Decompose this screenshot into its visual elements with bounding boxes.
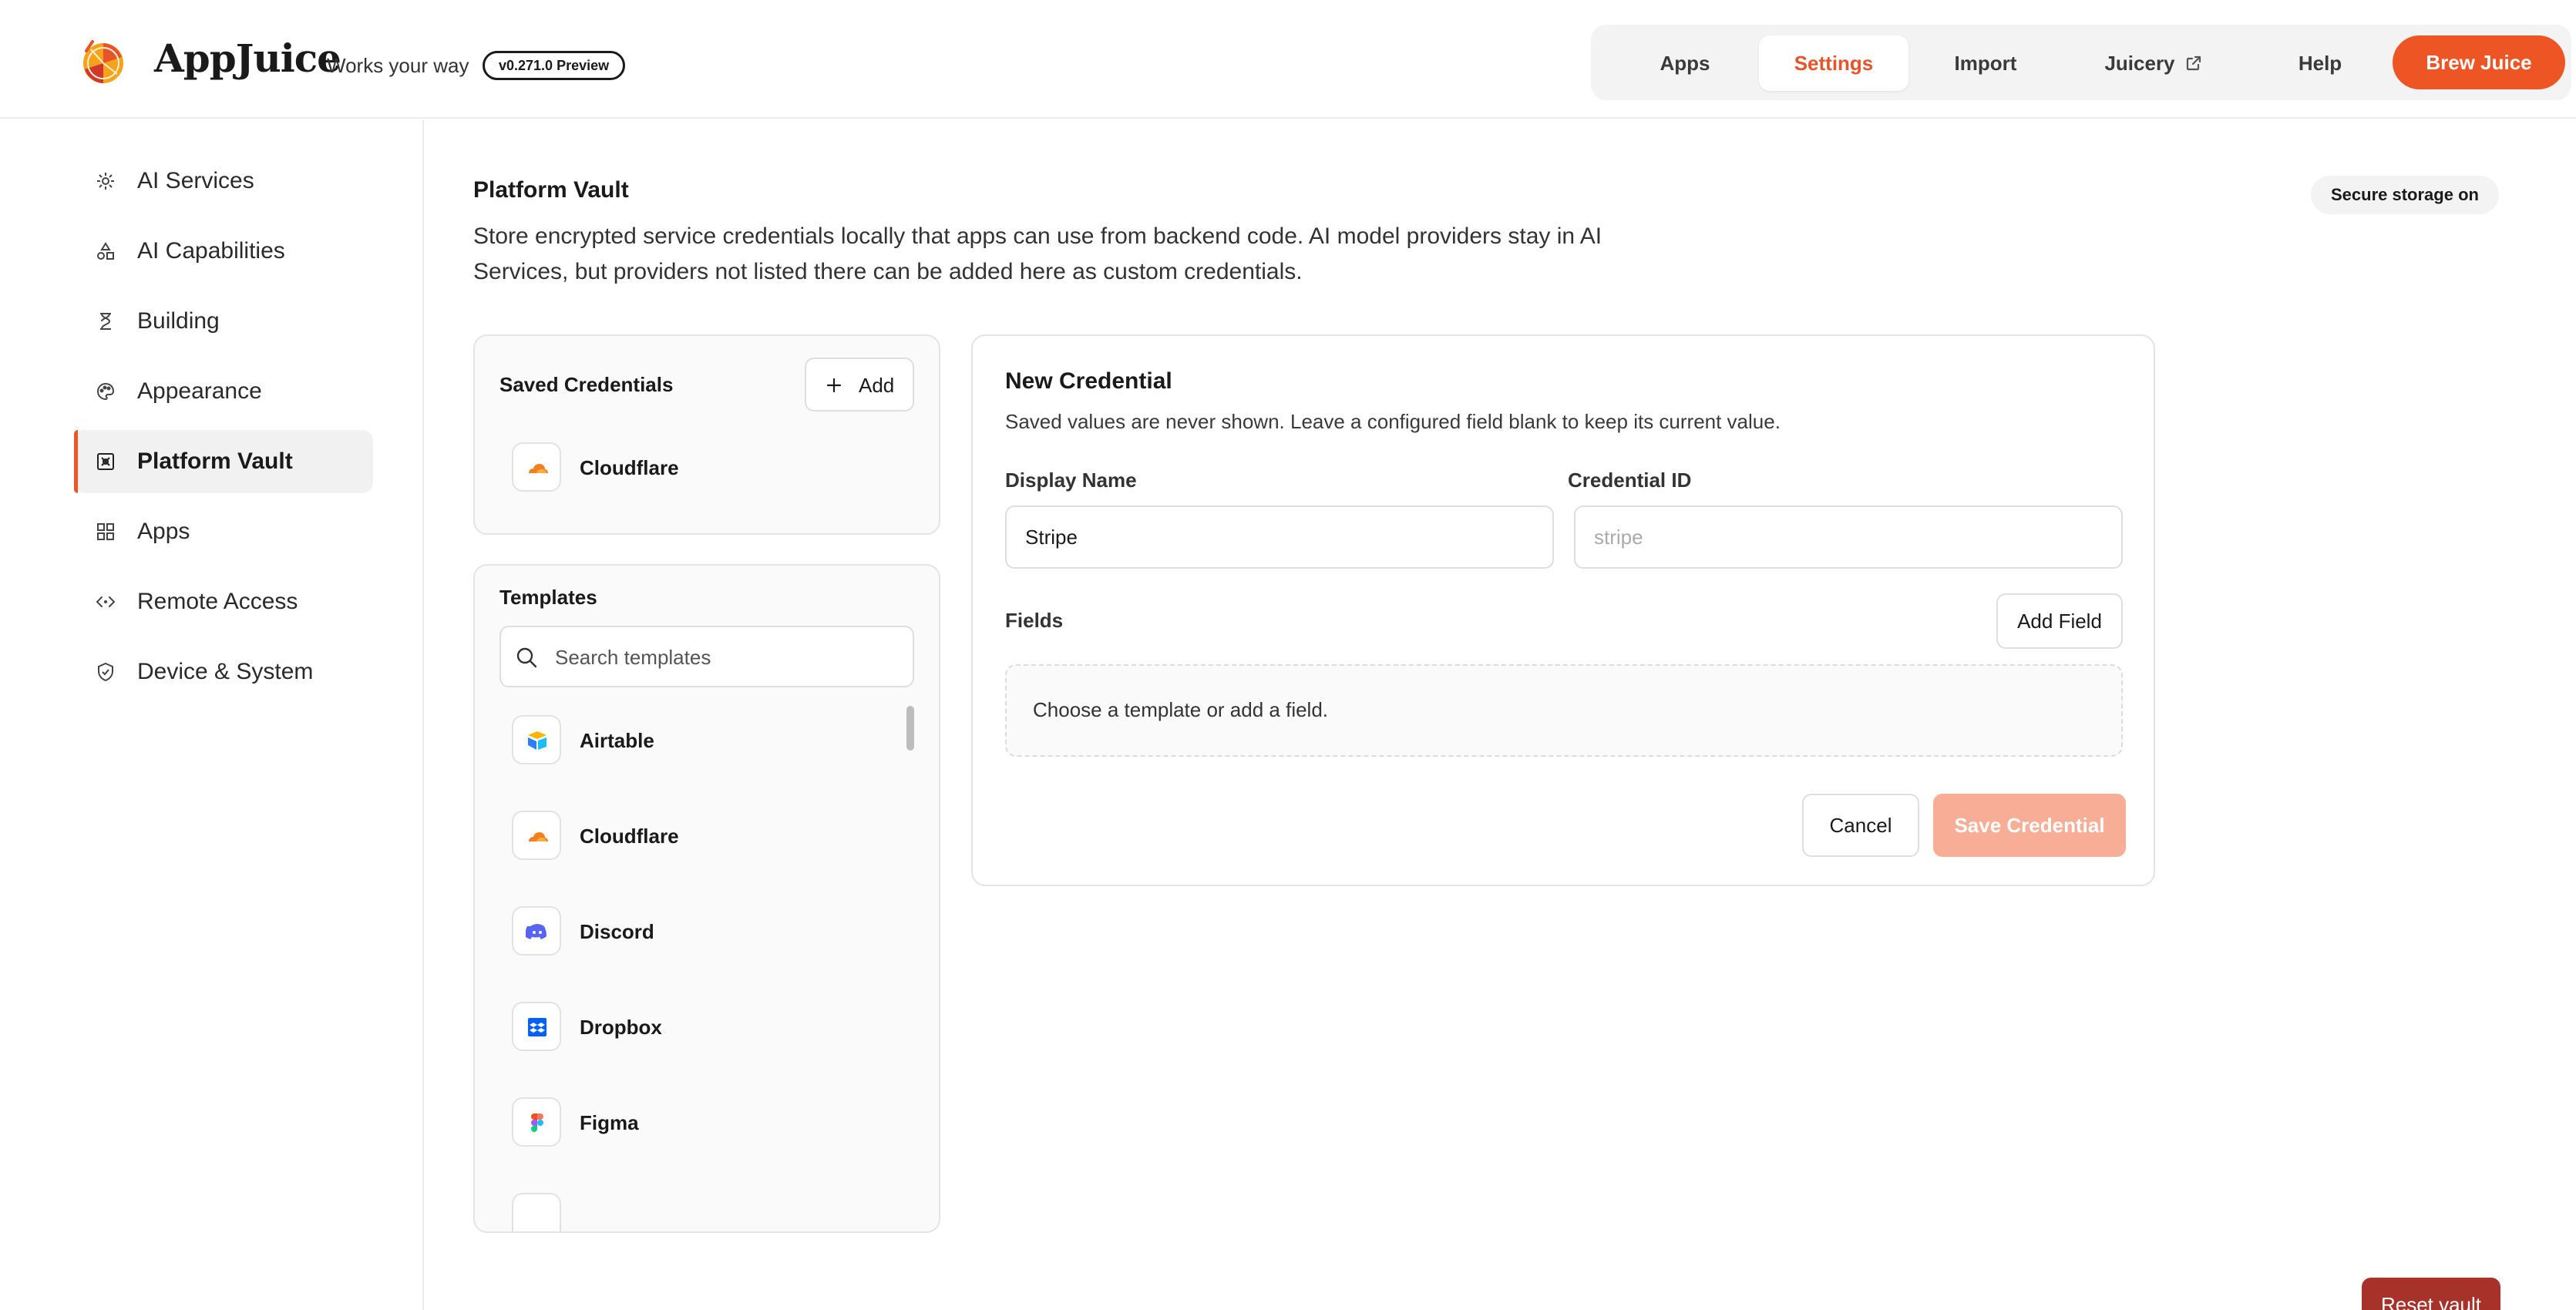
sidebar-item-label: Device & System xyxy=(137,659,314,684)
cancel-button[interactable]: Cancel xyxy=(1802,794,1919,857)
cloudflare-icon xyxy=(529,464,548,473)
add-field-button[interactable]: Add Field xyxy=(1996,593,2123,649)
templates-scrollbar[interactable] xyxy=(906,706,914,751)
top-bar: AppJuice Works your way v0.271.0 Preview… xyxy=(0,0,2576,119)
saved-credentials-title: Saved Credentials xyxy=(499,373,674,396)
reset-vault-button[interactable]: Reset vault xyxy=(2362,1278,2500,1310)
sidebar-item-device-system[interactable]: Device & System xyxy=(74,640,373,704)
sidebar-item-remote-access[interactable]: Remote Access xyxy=(74,570,373,633)
settings-sidebar: AI Services AI Capabilities Building App… xyxy=(0,120,424,1310)
grid-icon xyxy=(97,523,114,540)
vault-icon xyxy=(97,453,114,470)
nav-settings[interactable]: Settings xyxy=(1759,35,1908,91)
credential-id-field[interactable] xyxy=(1574,506,2123,569)
dropbox-icon xyxy=(528,1018,546,1036)
template-name: Discord xyxy=(580,920,654,943)
search-input[interactable] xyxy=(555,643,894,672)
sidebar-item-ai-services[interactable]: AI Services xyxy=(74,149,373,213)
add-credential-button[interactable]: Add xyxy=(805,358,914,411)
templates-title: Templates xyxy=(499,586,597,609)
brand-name: AppJuice xyxy=(154,35,341,81)
sidebar-item-label: Remote Access xyxy=(137,589,298,614)
sidebar-item-platform-vault[interactable]: Platform Vault xyxy=(74,430,373,493)
credential-id-label: Credential ID xyxy=(1568,469,1692,492)
new-credential-card: New Credential Saved values are never sh… xyxy=(971,334,2155,886)
shapes-icon xyxy=(97,242,114,260)
external-link-icon xyxy=(2186,55,2201,71)
sidebar-item-label: AI Capabilities xyxy=(137,238,285,264)
display-name-field[interactable] xyxy=(1005,506,1554,569)
template-search[interactable] xyxy=(499,626,914,687)
gear-icon xyxy=(97,173,114,190)
nav-juicery[interactable]: Juicery xyxy=(2063,35,2245,91)
sidebar-item-appearance[interactable]: Appearance xyxy=(74,360,373,423)
template-name: Figma xyxy=(580,1111,639,1134)
tagline: Works your way xyxy=(327,54,469,77)
plus-icon xyxy=(826,378,842,393)
discord-icon xyxy=(526,924,546,939)
fields-empty-state: Choose a template or add a field. xyxy=(1005,664,2123,757)
airtable-icon xyxy=(528,731,546,750)
shield-icon xyxy=(98,662,113,682)
page-title: Platform Vault xyxy=(473,177,629,203)
template-name: Cloudflare xyxy=(580,825,679,848)
airtable-logo xyxy=(512,715,561,764)
save-credential-button[interactable]: Save Credential xyxy=(1933,794,2126,857)
sidebar-item-apps[interactable]: Apps xyxy=(74,500,373,563)
sidebar-item-label: Appearance xyxy=(137,378,262,404)
sidebar-item-label: AI Services xyxy=(137,168,254,193)
credential-name: Cloudflare xyxy=(580,456,679,479)
cloudflare-icon xyxy=(529,832,548,841)
nav-help[interactable]: Help xyxy=(2251,35,2389,91)
sidebar-item-label: Apps xyxy=(137,519,190,544)
sidebar-item-label: Platform Vault xyxy=(137,448,293,474)
brew-juice-button[interactable]: Brew Juice xyxy=(2393,35,2565,89)
version-badge: v0.271.0 Preview xyxy=(483,51,626,80)
sidebar-item-ai-capabilities[interactable]: AI Capabilities xyxy=(74,220,373,283)
sidebar-item-building[interactable]: Building xyxy=(74,290,373,353)
template-logo xyxy=(512,1193,561,1231)
templates-card: Templates Airtable Cloudflare Discord Dr… xyxy=(473,564,940,1233)
display-name-label: Display Name xyxy=(1005,469,1137,492)
nav-juicery-label: Juicery xyxy=(2104,52,2175,75)
nav-import[interactable]: Import xyxy=(1915,35,2056,91)
palette-icon xyxy=(97,382,115,401)
figma-icon xyxy=(531,1114,543,1132)
add-label: Add xyxy=(859,374,895,397)
cloudflare-logo xyxy=(512,811,561,860)
fields-label: Fields xyxy=(1005,609,1064,632)
search-icon xyxy=(516,647,537,668)
secure-storage-badge: Secure storage on xyxy=(2311,176,2499,214)
page-description: Store encrypted service credentials loca… xyxy=(473,223,1602,284)
cloudflare-logo xyxy=(512,442,561,492)
new-credential-description: Saved values are never shown. Leave a co… xyxy=(1005,410,1781,433)
dropbox-logo xyxy=(512,1002,561,1051)
empty-state-text: Choose a template or add a field. xyxy=(1033,698,1329,721)
orange-slice-logo-icon xyxy=(83,40,123,83)
new-credential-title: New Credential xyxy=(1005,368,1172,394)
hourglass-icon xyxy=(100,313,111,330)
nav-apps[interactable]: Apps xyxy=(1619,35,1751,91)
figma-logo xyxy=(512,1097,561,1147)
template-name: Airtable xyxy=(580,729,654,752)
code-icon xyxy=(96,596,116,607)
discord-logo xyxy=(512,906,561,956)
template-name: Dropbox xyxy=(580,1016,662,1039)
saved-credentials-card: Saved Credentials Add Cloudflare xyxy=(473,334,940,535)
display-name-input[interactable] xyxy=(1025,522,1534,552)
credential-id-input[interactable] xyxy=(1594,522,2103,552)
sidebar-item-label: Building xyxy=(137,308,220,334)
